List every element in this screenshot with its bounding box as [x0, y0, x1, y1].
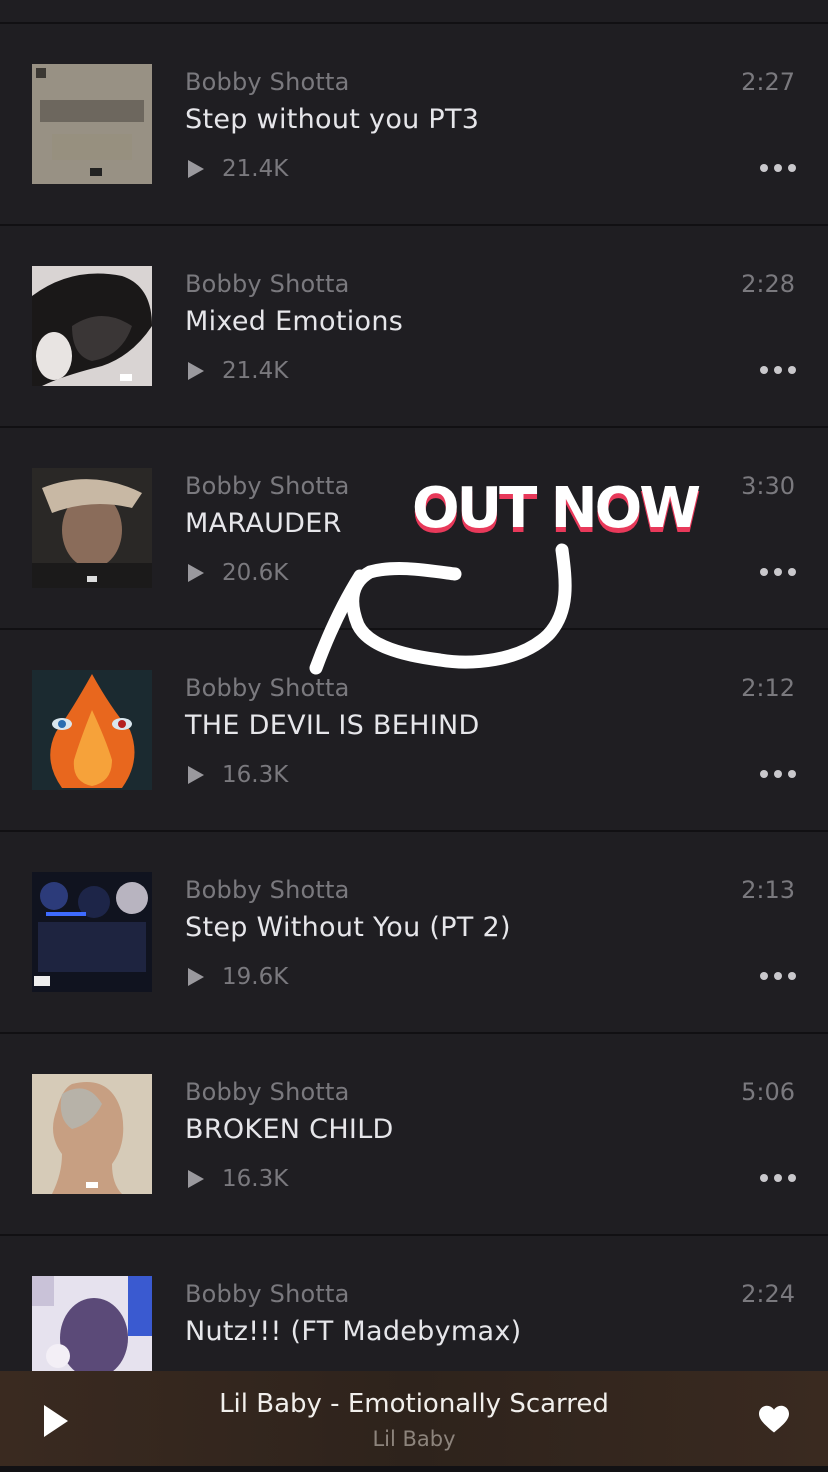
- out-now-text: OUT NOW: [412, 476, 701, 541]
- track-title[interactable]: Nutz!!! (FT Madebymax): [185, 1316, 521, 1347]
- track-duration: 5:06: [741, 1078, 795, 1106]
- track-duration: 2:28: [741, 270, 795, 298]
- album-art-collage[interactable]: [32, 64, 152, 184]
- track-row[interactable]: Bobby Shotta THE DEVIL IS BEHIND 16.3K 2…: [0, 630, 828, 832]
- track-duration: 2:12: [741, 674, 795, 702]
- track-artist: Bobby Shotta: [185, 472, 350, 500]
- track-row[interactable]: Bobby Shotta Mixed Emotions 21.4K 2:28: [0, 226, 828, 428]
- play-count-icon: [188, 968, 204, 986]
- track-title[interactable]: Step Without You (PT 2): [185, 912, 511, 943]
- track-row[interactable]: Bobby Shotta BROKEN CHILD 16.3K 5:06: [0, 1034, 828, 1236]
- album-art-group[interactable]: [32, 872, 152, 992]
- play-count-icon: [188, 766, 204, 784]
- play-count: 21.4K: [185, 156, 288, 182]
- album-art-dark-figure[interactable]: [32, 266, 152, 386]
- track-list: Bobby Shotta Step without you PT3 21.4K …: [0, 24, 828, 1438]
- play-count: 16.3K: [185, 1166, 288, 1192]
- play-count-value: 20.6K: [222, 560, 289, 586]
- play-count: 19.6K: [185, 964, 288, 990]
- mini-player[interactable]: Lil Baby - Emotionally Scarred Lil Baby: [0, 1371, 828, 1472]
- album-art-portrait[interactable]: [32, 468, 152, 588]
- play-count-icon: [188, 564, 204, 582]
- track-title[interactable]: BROKEN CHILD: [185, 1114, 394, 1145]
- album-art-profile[interactable]: [32, 1074, 152, 1194]
- now-playing-title[interactable]: Lil Baby - Emotionally Scarred: [0, 1389, 828, 1419]
- track-artist: Bobby Shotta: [185, 876, 350, 904]
- track-title[interactable]: Step without you PT3: [185, 104, 479, 135]
- play-count-value: 16.3K: [222, 1166, 289, 1192]
- more-options-icon[interactable]: [760, 566, 796, 578]
- play-count-icon: [188, 160, 204, 178]
- track-row[interactable]: Bobby Shotta Step Without You (PT 2) 19.…: [0, 832, 828, 1034]
- track-duration: 2:13: [741, 876, 795, 904]
- album-art-flame-eyes[interactable]: [32, 670, 152, 790]
- track-artist: Bobby Shotta: [185, 270, 350, 298]
- more-options-icon[interactable]: [760, 768, 796, 780]
- track-duration: 3:30: [741, 472, 795, 500]
- out-now-overlay: OUT NOW OUT NOW: [412, 476, 701, 546]
- track-title[interactable]: THE DEVIL IS BEHIND: [185, 710, 480, 741]
- bottom-edge: [0, 1466, 828, 1472]
- track-artist: Bobby Shotta: [185, 674, 350, 702]
- track-duration: 2:27: [741, 68, 795, 96]
- play-count: 16.3K: [185, 762, 288, 788]
- track-title[interactable]: MARAUDER: [185, 508, 342, 539]
- now-playing-artist: Lil Baby: [372, 1427, 456, 1451]
- play-count-value: 19.6K: [222, 964, 289, 990]
- track-artist: Bobby Shotta: [185, 68, 350, 96]
- more-options-icon[interactable]: [760, 162, 796, 174]
- play-count: 21.4K: [185, 358, 288, 384]
- more-options-icon[interactable]: [760, 970, 796, 982]
- play-count-value: 16.3K: [222, 762, 289, 788]
- more-options-icon[interactable]: [760, 364, 796, 376]
- track-row[interactable]: Bobby Shotta Step without you PT3 21.4K …: [0, 24, 828, 226]
- play-count: 20.6K: [185, 560, 288, 586]
- track-duration: 2:24: [741, 1280, 795, 1308]
- more-options-icon[interactable]: [760, 1172, 796, 1184]
- track-artist: Bobby Shotta: [185, 1280, 350, 1308]
- track-artist: Bobby Shotta: [185, 1078, 350, 1106]
- heart-icon[interactable]: [756, 1401, 792, 1437]
- play-count-icon: [188, 1170, 204, 1188]
- play-count-value: 21.4K: [222, 358, 289, 384]
- track-title[interactable]: Mixed Emotions: [185, 306, 403, 337]
- play-count-icon: [188, 362, 204, 380]
- play-count-value: 21.4K: [222, 156, 289, 182]
